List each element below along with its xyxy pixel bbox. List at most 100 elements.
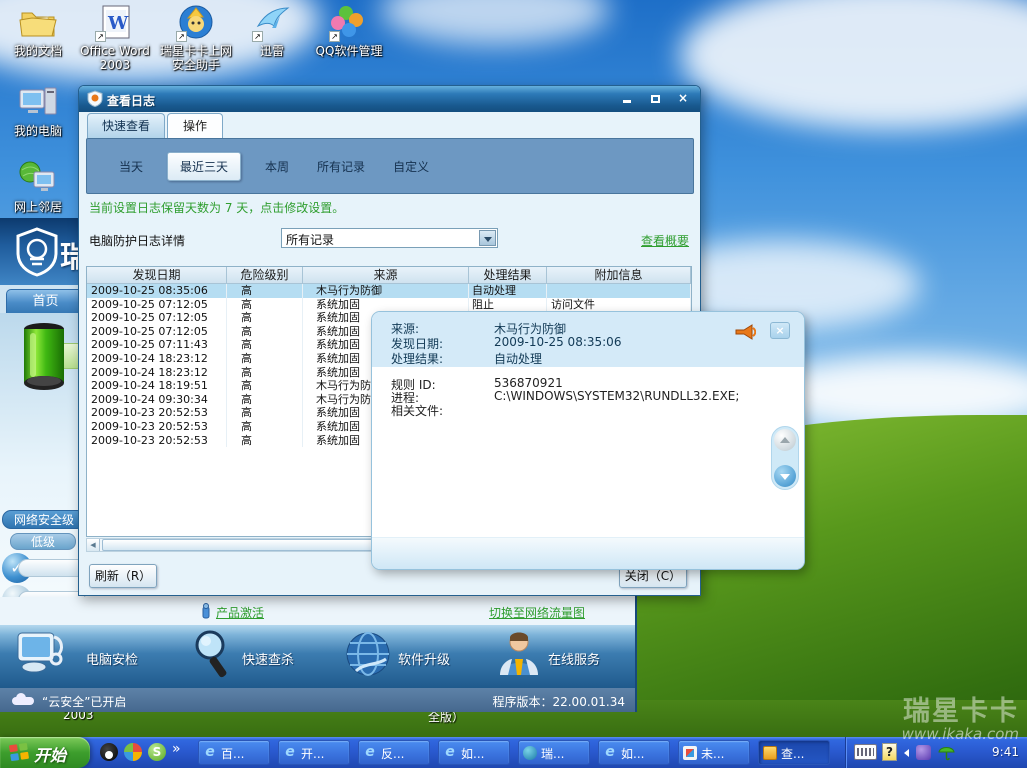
security-battery-icon <box>20 321 68 398</box>
header-level[interactable]: 危险级别 <box>227 267 303 283</box>
filter-2[interactable]: 本周 <box>261 158 293 175</box>
toolbar-item-upgrade[interactable]: 软件升级 <box>398 649 450 668</box>
view-summary-link[interactable]: 查看概要 <box>641 232 689 249</box>
desktop-icon-qq-software-manager[interactable]: ↗ QQ软件管理 <box>307 4 391 58</box>
taskbar-task-1[interactable]: e 开... <box>278 740 350 765</box>
taskbar-task-7[interactable]: 查... <box>758 740 830 765</box>
quicklaunch-more-chevron[interactable]: » <box>172 741 181 757</box>
taskbar-task-3[interactable]: e 如... <box>438 740 510 765</box>
qq-manager-icon: ↗ <box>329 4 369 42</box>
maximize-button[interactable] <box>646 91 664 107</box>
icon-label: 网上邻居 <box>13 200 62 214</box>
scroll-left-arrow-icon[interactable]: ◀ <box>87 539 100 551</box>
filter-active-1[interactable]: 最近三天 <box>167 151 242 181</box>
toolbar-item-online-service[interactable]: 在线服务 <box>548 649 600 668</box>
taskbar-task-4[interactable]: 瑞... <box>518 740 590 765</box>
program-version: 程序版本：22.00.01.34 <box>492 695 625 709</box>
taskbar-task-2[interactable]: e 反... <box>358 740 430 765</box>
header-info[interactable]: 附加信息 <box>547 267 691 283</box>
header-source[interactable]: 来源 <box>303 267 469 283</box>
popup-close-icon[interactable]: × <box>770 322 790 339</box>
desktop-icon-thunder[interactable]: ↗ 迅雷 <box>230 4 314 58</box>
toolbar-item-quick-scan[interactable]: 快速查杀 <box>242 649 294 668</box>
table-row[interactable]: 2009-10-25 07:12:05 高系统加固 阻止 访问文件 <box>87 297 691 312</box>
help-ime-icon[interactable]: ? <box>882 743 897 761</box>
quicklaunch-qq-icon[interactable] <box>100 743 118 761</box>
quicklaunch-browser-icon[interactable]: S <box>148 743 166 761</box>
desktop-icon-my-documents[interactable]: 我的文档 <box>0 4 80 58</box>
header-result[interactable]: 处理结果 <box>469 267 547 283</box>
cell-level: 高 <box>227 297 303 312</box>
popup-scroll-control <box>771 426 799 490</box>
status-bar: “云安全”已开启 程序版本：22.00.01.34 <box>0 688 635 712</box>
network-security-level-button[interactable]: 网络安全级 <box>2 510 86 529</box>
taskbar-task-0[interactable]: e 百... <box>198 740 270 765</box>
online-service-icon[interactable] <box>496 629 542 681</box>
paint-icon <box>683 746 697 760</box>
cell-date: 2009-10-23 20:52:53 <box>87 419 227 434</box>
keyboard-ime-icon[interactable] <box>854 744 877 760</box>
desktop-icon-office-word[interactable]: W ↗ Office Word 2003 <box>73 4 157 72</box>
scroll-up-arrow-icon[interactable] <box>774 429 796 451</box>
refresh-button[interactable]: 刷新（R） <box>89 564 157 588</box>
field-value: 自动处理 <box>494 352 543 366</box>
ie-icon: e <box>205 744 215 760</box>
filter-4[interactable]: 自定义 <box>389 158 433 175</box>
filter-3[interactable]: 所有记录 <box>313 158 369 175</box>
shortcut-arrow-icon: ↗ <box>329 31 340 42</box>
tab-operations[interactable]: 操作 <box>167 113 223 138</box>
switch-network-flow-link[interactable]: 切换至网络流量图 <box>489 604 585 621</box>
filter-0[interactable]: 当天 <box>115 158 147 175</box>
record-type-dropdown[interactable]: 所有记录 <box>281 228 498 248</box>
log-detail-popup: 来源: 木马行为防御 发现日期: 2009-10-25 08:35:06 处理结… <box>371 311 805 570</box>
retention-notice[interactable]: 当前设置日志保留天数为 7 天，点击修改设置。 <box>89 199 344 216</box>
header-date[interactable]: 发现日期 <box>87 267 227 283</box>
horn-icon[interactable] <box>734 324 756 340</box>
desktop-icon-network-places[interactable]: 网上邻居 <box>0 160 80 214</box>
quick-scan-icon[interactable] <box>190 629 234 683</box>
ie-icon: e <box>365 744 375 760</box>
field-value: C:\WINDOWS\SYSTEM32\RUNDLL32.EXE; <box>494 389 740 403</box>
icon-label: Office Word 2003 <box>80 44 150 72</box>
toolbar-item-checkup[interactable]: 电脑安检 <box>86 649 138 668</box>
cell-level: 高 <box>227 284 303 298</box>
desktop-icon-kaka-assistant[interactable]: ↗ 瑞星卡卡上网 安全助手 <box>154 4 238 72</box>
close-button[interactable]: × <box>674 91 692 107</box>
scroll-down-arrow-icon[interactable] <box>774 465 796 487</box>
dialog-titlebar[interactable]: 查看日志 × <box>79 86 700 112</box>
table-row[interactable]: 2009-10-25 08:35:06 高木马行为防御 自动处理 <box>87 284 691 298</box>
task-label: 开... <box>301 747 325 761</box>
orb-bar <box>18 559 86 577</box>
dropdown-arrow-button[interactable] <box>479 230 496 246</box>
cell-level: 高 <box>227 392 303 407</box>
cell-source: 系统加固 <box>303 297 469 312</box>
minimize-button[interactable] <box>618 91 636 107</box>
tab-home[interactable]: 首页 <box>6 289 85 313</box>
cell-level: 高 <box>227 406 303 420</box>
main-toolbar: 电脑安检 快速查杀 软件升级 在线服务 <box>0 625 635 688</box>
cell-info: 访问文件 <box>547 297 691 312</box>
chevron-down-icon <box>484 237 492 242</box>
cell-level: 高 <box>227 365 303 380</box>
popup-footer <box>372 537 804 569</box>
dialog-title-icon <box>87 90 103 107</box>
cell-date: 2009-10-23 20:52:53 <box>87 433 227 448</box>
security-level-value-button[interactable]: 低级 <box>10 533 76 550</box>
tab-quick-view[interactable]: 快速查看 <box>87 113 165 138</box>
quicklaunch-pinwheel-icon[interactable] <box>124 743 142 761</box>
rising-umbrella-tray-icon[interactable] <box>938 744 955 761</box>
tray-app-icon[interactable] <box>916 745 931 760</box>
desktop-icon-my-computer[interactable]: 我的电脑 <box>0 84 80 138</box>
taskbar-task-5[interactable]: e 如... <box>598 740 670 765</box>
links-row: 产品激活 切换至网络流量图 <box>0 597 635 625</box>
kaka-lion-icon: ↗ <box>176 4 216 42</box>
start-button[interactable]: 开始 <box>0 737 90 768</box>
product-activate-link[interactable]: 产品激活 <box>216 604 264 621</box>
computer-checkup-icon[interactable] <box>16 629 72 681</box>
cell-date: 2009-10-25 07:11:43 <box>87 338 227 352</box>
folder-icon <box>18 4 58 42</box>
taskbar-task-6[interactable]: 未... <box>678 740 750 765</box>
ie-icon: e <box>445 744 455 760</box>
software-upgrade-icon[interactable] <box>342 629 394 681</box>
tray-collapse-chevron-icon[interactable] <box>904 749 909 757</box>
